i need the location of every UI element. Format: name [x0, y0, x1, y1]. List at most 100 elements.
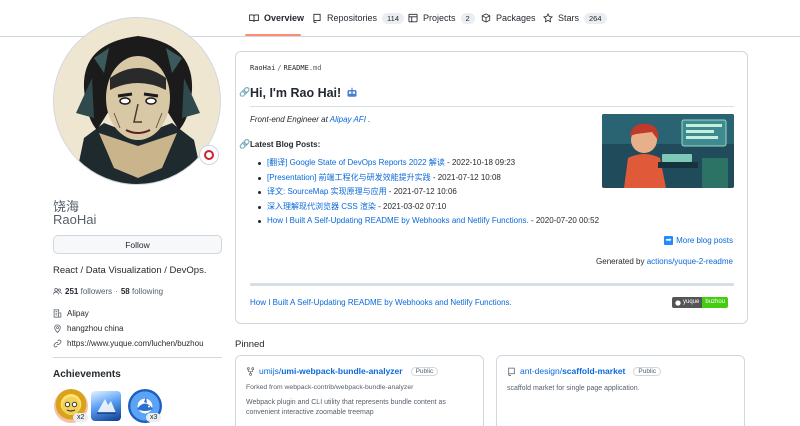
- status-indicator[interactable]: [199, 145, 219, 165]
- tab-count: 2: [460, 12, 475, 24]
- achievement-badge-arctic-code-vault[interactable]: [91, 391, 121, 421]
- post-date: - 2022-10-18 09:23: [444, 158, 516, 167]
- readme-breadcrumb: RaoHai / README.md: [250, 64, 321, 72]
- repo-description: scaffold market for single page applicat…: [507, 385, 640, 392]
- repo-forked-icon: [246, 366, 255, 376]
- active-tab-indicator: [245, 34, 301, 36]
- link-icon: [53, 339, 62, 348]
- repo-description: Webpack plugin and CLI utility that repr…: [246, 399, 446, 416]
- company-text: Alipay: [67, 309, 89, 318]
- list-item: How I Built A Self-Updating README by We…: [258, 214, 599, 229]
- yuque-badge[interactable]: yuque buzhou: [672, 297, 729, 308]
- repo-owner: umijs/: [259, 366, 282, 376]
- tab-count: 264: [584, 12, 607, 24]
- readme-illustration-image: [602, 114, 734, 188]
- badge-count: x3: [146, 413, 162, 422]
- visibility-badge: Public: [633, 366, 662, 376]
- post-link[interactable]: [翻译] Google State of DevOps Reports 2022…: [267, 158, 445, 167]
- crumb-ext: .md: [308, 64, 322, 72]
- post-date: - 2021-07-12 10:08: [430, 172, 501, 182]
- people-icon: [53, 288, 62, 295]
- followers-count: 251: [65, 287, 79, 296]
- generator-link[interactable]: actions/yuque-2-readme: [647, 257, 733, 266]
- following-label: following: [131, 287, 164, 296]
- anchor-link-icon[interactable]: 🔗: [239, 87, 250, 98]
- followers-label: followers: [80, 287, 113, 296]
- location-icon: [54, 324, 61, 333]
- readme-heading-text: Hi, I'm Rao Hai!: [250, 86, 342, 100]
- repo-title[interactable]: umijs/umi-webpack-bundle-analyzer Public: [246, 366, 439, 376]
- featured-post-link[interactable]: How I Built A Self-Updating README by We…: [250, 298, 512, 307]
- post-link[interactable]: How I Built A Self-Updating README by We…: [267, 216, 529, 225]
- achievements-heading: Achievements: [53, 369, 121, 380]
- repo-title[interactable]: ant-design/scaffold-market Public: [507, 366, 662, 376]
- yuque-badge-left-text: yuque: [683, 299, 700, 305]
- following-count: 58: [120, 287, 130, 296]
- separator-dot: ·: [115, 287, 118, 296]
- location-text: hangzhou china: [67, 324, 124, 333]
- tab-packages[interactable]: Packages: [481, 8, 536, 28]
- target-icon: [204, 150, 214, 160]
- post-link[interactable]: 深入理解现代浏览器 CSS 渲染: [267, 202, 376, 211]
- list-item: 译文: SourceMap 实现原理与应用 - 2021-07-12 10:06: [258, 185, 599, 200]
- package-icon: [481, 13, 491, 23]
- role-prefix: Front-end Engineer at: [250, 115, 330, 124]
- website-link[interactable]: https://www.yuque.com/luchen/buzhou: [67, 339, 204, 348]
- profile-company: Alipay: [53, 309, 89, 318]
- repo-owner: ant-design/: [520, 366, 563, 376]
- more-posts-label: More blog posts: [676, 236, 733, 245]
- sidebar-divider: [53, 357, 222, 358]
- tab-label: Overview: [264, 13, 305, 23]
- pinned-repo-card: ant-design/scaffold-market Public scaffo…: [496, 355, 745, 426]
- more-posts-link[interactable]: ➡ More blog posts: [664, 236, 733, 245]
- crumb-file: README: [283, 64, 309, 72]
- post-date: - 2021-07-12 10:06: [386, 187, 457, 196]
- posts-heading: Latest Blog Posts:: [250, 140, 321, 149]
- organization-icon: [53, 309, 62, 318]
- avatar-portrait-image: [54, 18, 220, 184]
- list-item: [Presentation] 前端工程化与研发效能提升实践 - 2021-07-…: [258, 171, 599, 186]
- visibility-badge: Public: [410, 366, 439, 376]
- tab-label: Packages: [496, 13, 536, 23]
- tab-stars[interactable]: Stars 264: [543, 8, 607, 28]
- role-company-link[interactable]: Alipay AFI: [330, 115, 366, 124]
- tab-label: Repositories: [327, 13, 378, 23]
- tab-overview[interactable]: Overview: [249, 8, 304, 28]
- readme-role: Front-end Engineer at Alipay AFI .: [250, 115, 370, 124]
- post-date: - 2020-07-20 00:52: [528, 216, 600, 225]
- repo-name: scaffold-market: [562, 366, 626, 376]
- yuque-badge-left: yuque: [672, 297, 703, 308]
- profile-website[interactable]: https://www.yuque.com/luchen/buzhou: [53, 339, 204, 348]
- repo-icon: [313, 13, 321, 23]
- coder-illustration-image: [602, 114, 734, 188]
- post-link[interactable]: 译文: SourceMap 实现原理与应用: [267, 187, 387, 196]
- repo-name: umi-webpack-bundle-analyzer: [281, 366, 403, 376]
- book-open-icon: [249, 14, 259, 22]
- anchor-link-icon[interactable]: 🔗: [239, 139, 250, 150]
- heading-rule: [250, 106, 734, 107]
- blog-post-list: [翻译] Google State of DevOps Reports 2022…: [258, 156, 599, 229]
- post-link[interactable]: [Presentation] 前端工程化与研发效能提升实践: [267, 173, 431, 182]
- star-icon: [543, 13, 553, 23]
- tab-repositories[interactable]: Repositories 114: [312, 8, 404, 28]
- following-link[interactable]: 58 following: [121, 287, 163, 296]
- list-item: 深入理解现代浏览器 CSS 渲染 - 2021-03-02 07:10: [258, 200, 599, 215]
- tab-projects[interactable]: Projects 2: [408, 8, 475, 28]
- arrow-right-icon: ➡: [664, 236, 674, 245]
- generated-prefix: Generated by: [596, 257, 647, 266]
- pinned-heading: Pinned: [235, 339, 265, 350]
- crumb-user[interactable]: RaoHai: [250, 64, 275, 72]
- arctic-vault-icon: [97, 399, 116, 414]
- repo-icon: [508, 367, 515, 376]
- follow-stats: 251 followers · 58 following: [53, 287, 163, 296]
- generated-by: Generated by actions/yuque-2-readme: [596, 257, 733, 266]
- follow-button[interactable]: Follow: [53, 235, 222, 254]
- tab-label: Projects: [423, 13, 456, 23]
- badge-count: x2: [73, 413, 89, 422]
- crumb-separator: /: [277, 64, 282, 72]
- readme-heading: Hi, I'm Rao Hai!: [250, 86, 358, 100]
- profile-username: RaoHai: [53, 212, 97, 227]
- avatar[interactable]: [53, 17, 221, 185]
- followers-link[interactable]: 251 followers: [65, 287, 112, 296]
- pinned-repo-card: umijs/umi-webpack-bundle-analyzer Public…: [235, 355, 484, 426]
